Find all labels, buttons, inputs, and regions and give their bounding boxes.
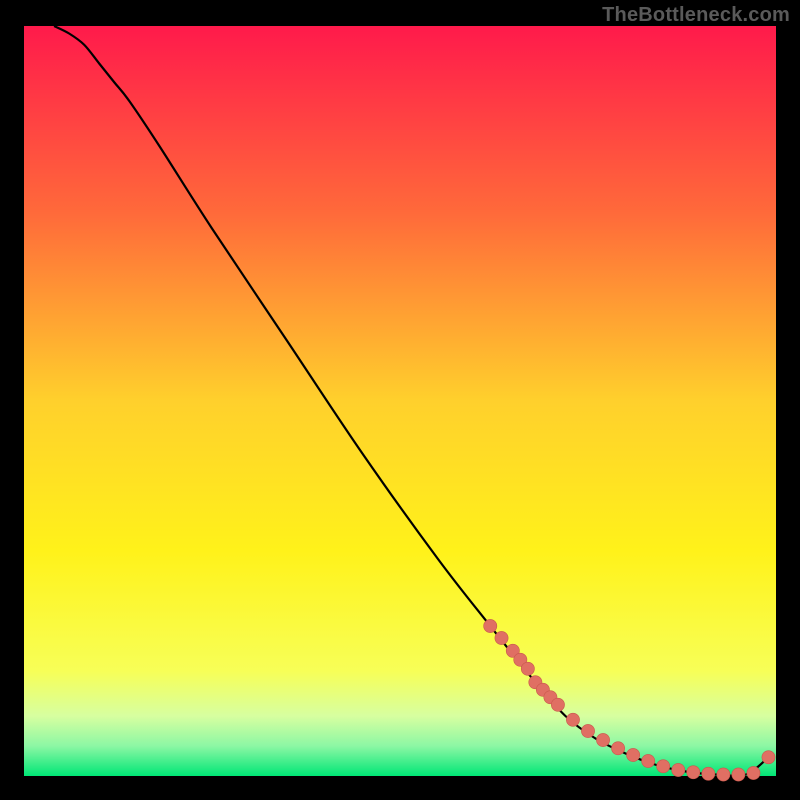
marker-dot — [521, 662, 534, 675]
marker-dot — [495, 631, 508, 644]
marker-dot — [702, 767, 715, 780]
marker-dot — [551, 698, 564, 711]
marker-dot — [642, 754, 655, 767]
marker-dot — [657, 760, 670, 773]
marker-dot — [747, 766, 760, 779]
marker-dot — [596, 733, 609, 746]
bottleneck-chart — [0, 0, 800, 800]
watermark-label: TheBottleneck.com — [602, 4, 790, 27]
marker-dot — [717, 768, 730, 781]
marker-dot — [627, 748, 640, 761]
marker-dot — [484, 619, 497, 632]
marker-dot — [762, 751, 775, 764]
plot-background — [24, 26, 776, 776]
chart-stage: TheBottleneck.com — [0, 0, 800, 800]
marker-dot — [566, 713, 579, 726]
marker-dot — [732, 768, 745, 781]
marker-dot — [672, 763, 685, 776]
marker-dot — [611, 742, 624, 755]
marker-dot — [687, 766, 700, 779]
marker-dot — [581, 724, 594, 737]
